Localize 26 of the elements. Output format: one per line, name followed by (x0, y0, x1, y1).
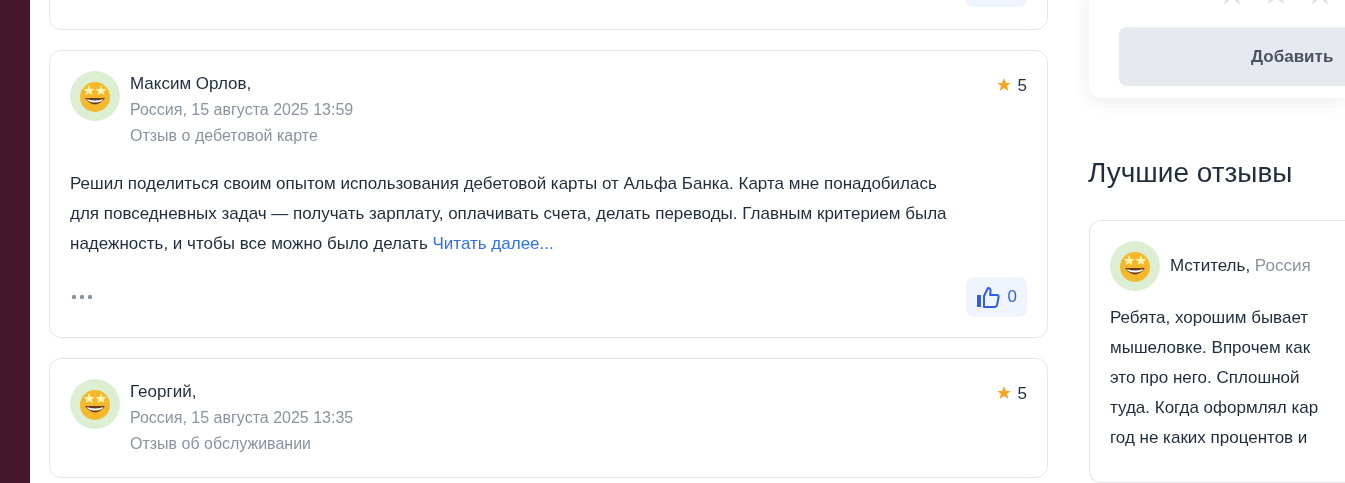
like-button[interactable]: 0 (965, 277, 1027, 317)
review-text: Решил поделиться своим опытом использования дебетовой карты от Альфа Банка. Карта мне понадобилась для повседневных задач — получать зарплату, оплачивать счета, делать переводы. Главным критерием была надежность, и чтобы все можно было делать Читать далее... (70, 173, 948, 255)
avatar-icon (1110, 240, 1160, 291)
review-text-line: это про него. Сплошной (1110, 366, 1301, 389)
avatar-icon (70, 71, 120, 121)
review-text-line: год не каких процентов и (1110, 426, 1309, 449)
review-text-line: туда. Когда оформлял кар (1110, 396, 1320, 419)
avatar-icon (70, 379, 120, 429)
review-topic: Отзыв о дебетовой карте (130, 126, 319, 146)
star-icon (995, 77, 1012, 93)
author-name: Максим Орлов, (130, 73, 253, 95)
review-text-line: Ребята, хорошим бывает (1110, 306, 1310, 329)
review-date: Россия, 15 августа 2025 13:59 (130, 100, 355, 120)
rating-value: 5 (1017, 77, 1027, 94)
review-date: Россия, 15 августа 2025 13:35 (130, 408, 355, 428)
add-review-button[interactable]: Добавить (1119, 27, 1345, 86)
thumbs-up-icon (975, 286, 1000, 308)
author-name: Георгий, (130, 381, 198, 403)
star-icon (995, 385, 1012, 401)
read-more-link[interactable]: Читать далее... (432, 234, 554, 253)
more-icon[interactable] (70, 294, 94, 300)
section-title: Лучшие отзывы (1088, 155, 1294, 190)
author-name: Мститель, Россия (1170, 255, 1311, 277)
rating-value: 5 (1017, 385, 1027, 402)
review-topic: Отзыв об обслуживании (130, 434, 313, 454)
review-text-line: мышеловке. Впрочем как (1110, 336, 1312, 359)
